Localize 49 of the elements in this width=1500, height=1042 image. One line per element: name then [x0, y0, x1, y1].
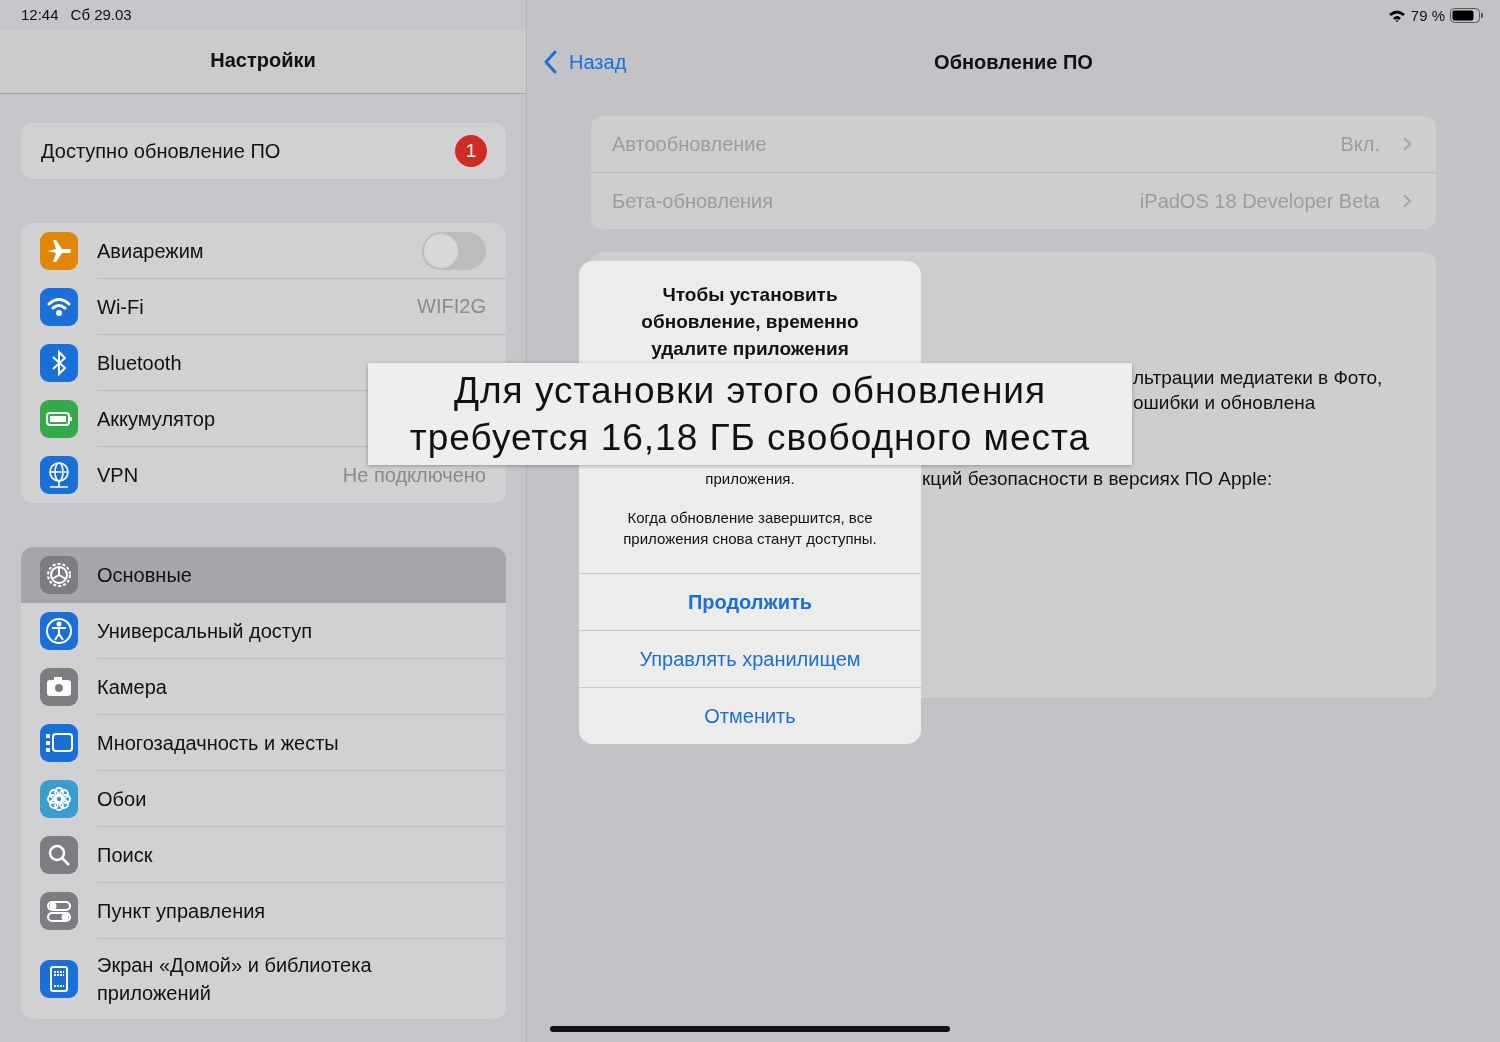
item-label: Универсальный доступ [97, 618, 313, 644]
sidebar-item[interactable]: Поиск [21, 827, 506, 883]
note-text: кций безопасности в версиях ПО Apple: [922, 467, 1274, 491]
alert-note: Когда обновление завершится, все приложения снова станут доступны. [622, 508, 878, 549]
battery-percent: 79 % [1410, 6, 1445, 24]
item-label: Wi-Fi [97, 294, 144, 320]
status-date: Сб 29.03 [70, 6, 132, 25]
alert-action-button[interactable]: Управлять хранилищем [579, 630, 921, 687]
item-value: Не подключено [342, 463, 486, 487]
alert-action-button[interactable]: Отменить [579, 687, 921, 744]
battery-icon [1450, 7, 1484, 23]
alert-title: Чтобы установить обновление, временно удалите приложения [640, 283, 860, 361]
sidebar-item[interactable]: Основные [21, 547, 506, 603]
item-label: Поиск [97, 842, 153, 868]
sidebar-item[interactable]: Камера [21, 659, 506, 715]
sidebar-item[interactable]: Wi-Fi WIFI2G [21, 279, 506, 335]
chevron-right-icon [1402, 136, 1412, 152]
page-title: Обновление ПО [934, 50, 1093, 74]
item-label: Аккумулятор [97, 406, 216, 432]
item-value: WIFI2G [417, 295, 486, 318]
sidebar-item[interactable]: Экран «Домой» и библиотека приложений [21, 939, 506, 1019]
alert-message: приложения. [705, 470, 795, 487]
note-text: ошибки и обновлена [1133, 391, 1317, 415]
sidebar-item[interactable]: Многозадачность и жесты [21, 715, 506, 771]
alert-action-button[interactable]: Продолжить [579, 573, 921, 630]
wifi-icon [1387, 8, 1406, 22]
chevron-left-icon [543, 50, 557, 74]
sidebar-item[interactable]: Универсальный доступ [21, 603, 506, 659]
sidebar-item[interactable]: Пункт управления [21, 883, 506, 939]
status-time: 12:44 [21, 6, 59, 25]
item-label: Многозадачность и жесты [97, 730, 339, 756]
item-label: Экран «Домой» и библиотека приложений [97, 953, 373, 1006]
update-banner[interactable]: Доступно обновление ПО 1 [21, 123, 506, 179]
item-label: Основные [97, 563, 192, 588]
sidebar-item[interactable]: Авиарежим [21, 223, 506, 279]
item-label: Bluetooth [97, 350, 182, 376]
sidebar-item[interactable]: Обои [21, 771, 506, 827]
toggle-switch[interactable] [422, 231, 486, 270]
note-text: льтрации медиатеки в Фото, [1133, 366, 1384, 390]
callout-text: Для установки этого обновления требуется 16,18 ГБ свободного места [409, 369, 1091, 460]
item-label: Обои [97, 786, 147, 812]
item-label: Авиарежим [97, 238, 204, 264]
update-label: Доступно обновление ПО [41, 139, 281, 163]
chevron-right-icon [1402, 193, 1412, 209]
item-label: Пункт управления [97, 898, 266, 924]
item-label: Камера [97, 674, 167, 700]
item-label: VPN [97, 463, 139, 488]
sidebar-title: Настройки [210, 49, 316, 72]
notification-badge: 1 [455, 135, 487, 167]
